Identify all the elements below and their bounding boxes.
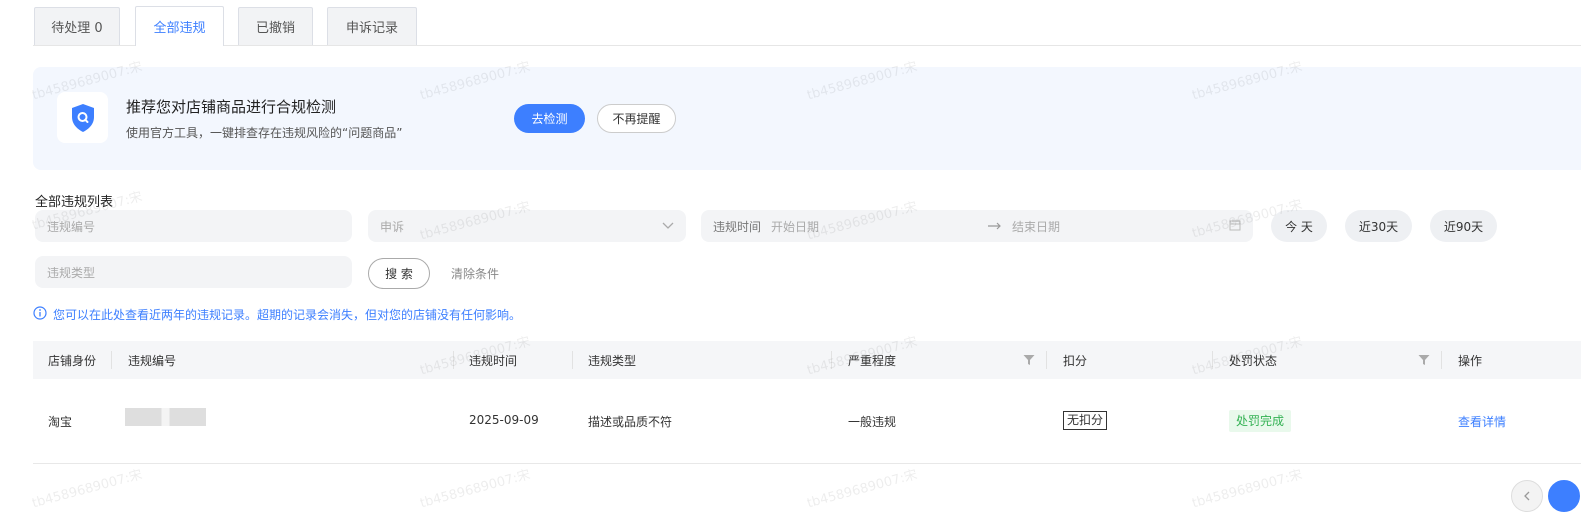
banner-title: 推荐您对店铺商品进行合规检测 — [126, 98, 337, 116]
cell-time: 2025-09-09 — [469, 413, 539, 427]
column-violation-type: 违规类型 — [588, 354, 637, 368]
tab-appeal-records[interactable]: 申诉记录 — [327, 7, 417, 45]
violation-number-input[interactable]: 违规编号 — [35, 210, 352, 242]
watermark: tb4589689007:宋 — [805, 467, 919, 512]
date-range-label: 违规时间 — [713, 219, 762, 234]
status-badge: 处罚完成 — [1229, 410, 1292, 432]
column-severity: 严重程度 — [848, 354, 897, 368]
check-now-button[interactable]: 去检测 — [514, 104, 585, 133]
row-divider — [33, 463, 1581, 464]
notice-text: 您可以在此处查看近两年的违规记录。超期的记录会消失，但对您的店铺没有任何影响。 — [53, 308, 522, 322]
info-icon — [33, 306, 47, 323]
cell-severity: 一般违规 — [848, 415, 897, 429]
masked-violation-number — [125, 408, 206, 426]
search-button[interactable]: 搜 索 — [368, 258, 430, 289]
section-title: 全部违规列表 — [35, 195, 114, 210]
cell-type: 描述或品质不符 — [588, 415, 673, 429]
violation-type-placeholder: 违规类型 — [47, 265, 96, 280]
last-90-days-button[interactable]: 近90天 — [1430, 210, 1497, 242]
current-page-button[interactable] — [1548, 480, 1580, 512]
view-details-link[interactable]: 查看详情 — [1458, 413, 1506, 430]
watermark: tb4589689007:宋 — [418, 467, 532, 512]
tab-pending[interactable]: 待处理 0 — [34, 7, 120, 45]
watermark: tb4589689007:宋 — [30, 467, 144, 512]
today-button[interactable]: 今 天 — [1271, 210, 1327, 242]
end-date-input[interactable]: 结束日期 — [1012, 218, 1060, 235]
last-30-days-button[interactable]: 近30天 — [1345, 210, 1412, 242]
cell-shop: 淘宝 — [48, 415, 73, 429]
column-divider — [1441, 351, 1442, 369]
chevron-down-icon — [662, 219, 674, 233]
status-filter-icon[interactable] — [1418, 354, 1430, 369]
appeal-select[interactable]: 申诉 — [368, 210, 686, 242]
column-violation-time: 违规时间 — [469, 354, 518, 368]
dismiss-reminder-button[interactable]: 不再提醒 — [597, 104, 676, 133]
banner-description: 使用官方工具，一键排查存在违规风险的“问题商品” — [126, 126, 403, 140]
clear-conditions-link[interactable]: 清除条件 — [451, 265, 499, 282]
column-divider — [1212, 351, 1213, 369]
tabs-divider — [33, 45, 1581, 46]
date-range-picker[interactable]: 违规时间 开始日期 结束日期 — [701, 210, 1253, 242]
column-deduction: 扣分 — [1063, 354, 1088, 368]
column-penalty-status: 处罚状态 — [1229, 354, 1278, 368]
column-shop-identity: 店铺身份 — [48, 354, 97, 368]
chevron-left-icon — [1524, 491, 1530, 501]
column-divider — [453, 351, 454, 369]
severity-filter-icon[interactable] — [1023, 354, 1035, 369]
prev-page-button[interactable] — [1511, 480, 1543, 512]
tab-revoked[interactable]: 已撤销 — [238, 7, 313, 45]
column-divider — [831, 351, 832, 369]
deduction-badge: 无扣分 — [1063, 411, 1108, 430]
compliance-banner — [33, 67, 1581, 170]
column-violation-number: 违规编号 — [128, 354, 177, 368]
arrow-right-icon — [988, 219, 1002, 233]
column-divider — [572, 351, 573, 369]
violation-type-input[interactable]: 违规类型 — [35, 256, 352, 288]
tab-all-violations[interactable]: 全部违规 — [135, 6, 224, 46]
column-divider — [111, 351, 112, 369]
watermark: tb4589689007:宋 — [1190, 467, 1304, 512]
calendar-icon — [1229, 219, 1241, 234]
info-notice: 您可以在此处查看近两年的违规记录。超期的记录会消失，但对您的店铺没有任何影响。 — [33, 306, 521, 323]
start-date-input[interactable]: 开始日期 — [771, 218, 819, 235]
table-header — [33, 341, 1581, 379]
violation-number-placeholder: 违规编号 — [47, 219, 96, 234]
appeal-select-value: 申诉 — [380, 219, 405, 234]
shield-icon — [57, 92, 108, 143]
column-divider — [1046, 351, 1047, 369]
column-actions: 操作 — [1458, 354, 1483, 368]
